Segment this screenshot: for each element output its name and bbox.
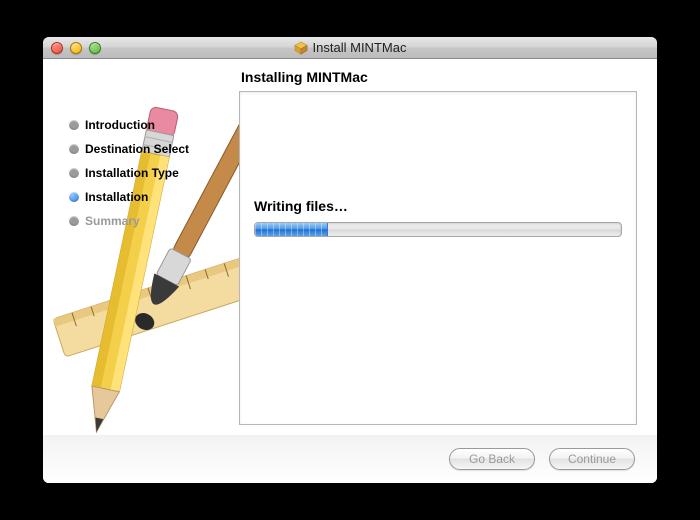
package-icon bbox=[294, 41, 308, 55]
close-icon[interactable] bbox=[51, 42, 63, 54]
bullet-icon bbox=[69, 168, 79, 178]
page-header: Installing MINTMac bbox=[43, 59, 657, 91]
step-label: Introduction bbox=[85, 118, 155, 132]
footer: Go Back Continue bbox=[43, 435, 657, 483]
step-introduction: Introduction bbox=[63, 113, 239, 137]
zoom-icon[interactable] bbox=[89, 42, 101, 54]
titlebar[interactable]: Install MINTMac bbox=[43, 37, 657, 59]
step-label: Installation Type bbox=[85, 166, 179, 180]
step-installation: Installation bbox=[63, 185, 239, 209]
status-text: Writing files… bbox=[254, 198, 622, 214]
window-title-container: Install MINTMac bbox=[43, 40, 657, 55]
continue-button[interactable]: Continue bbox=[549, 448, 635, 470]
bullet-icon bbox=[69, 120, 79, 130]
bullet-icon bbox=[69, 192, 79, 202]
step-destination-select: Destination Select bbox=[63, 137, 239, 161]
step-summary: Summary bbox=[63, 209, 239, 233]
window-title: Install MINTMac bbox=[313, 40, 407, 55]
page-title: Installing MINTMac bbox=[241, 69, 637, 85]
body-row: Introduction Destination Select Installa… bbox=[43, 91, 657, 435]
main-panel: Writing files… bbox=[239, 91, 637, 425]
installer-window: Install MINTMac bbox=[43, 37, 657, 483]
minimize-icon[interactable] bbox=[70, 42, 82, 54]
step-label: Installation bbox=[85, 190, 148, 204]
step-label: Summary bbox=[85, 214, 140, 228]
progress-fill bbox=[255, 223, 328, 236]
bullet-icon bbox=[69, 216, 79, 226]
bullet-icon bbox=[69, 144, 79, 154]
step-label: Destination Select bbox=[85, 142, 189, 156]
content-area: Installing MINTMac Introduction Destinat… bbox=[43, 59, 657, 483]
step-installation-type: Installation Type bbox=[63, 161, 239, 185]
go-back-button[interactable]: Go Back bbox=[449, 448, 535, 470]
steps-sidebar: Introduction Destination Select Installa… bbox=[63, 91, 239, 425]
traffic-lights bbox=[43, 42, 101, 54]
progress-bar bbox=[254, 222, 622, 237]
